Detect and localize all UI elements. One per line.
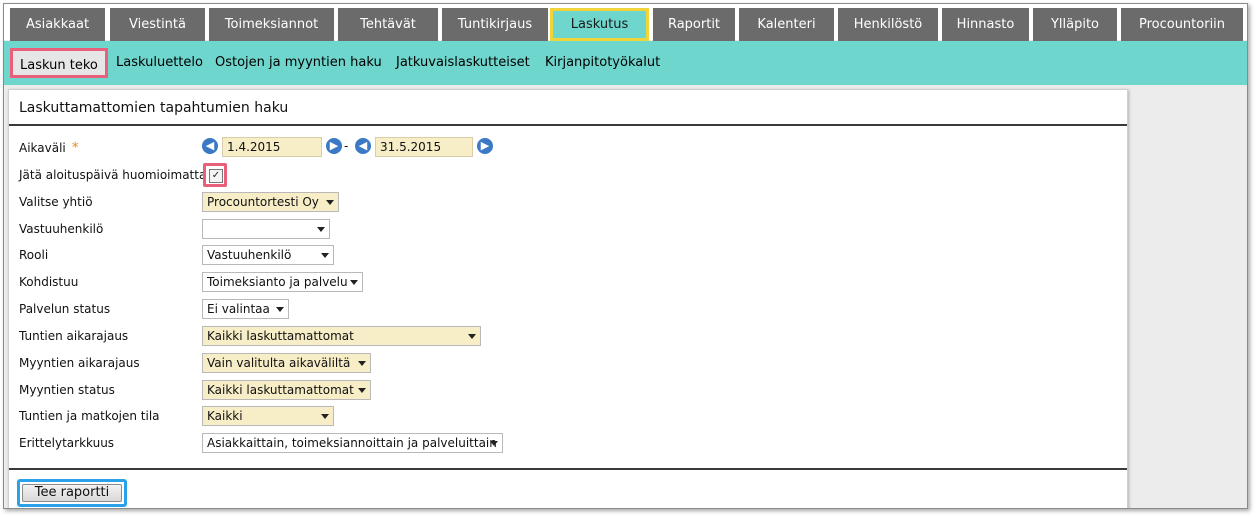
detail-level-select[interactable]: Asiakkaittain, toimeksiannoittain ja pal…: [202, 433, 503, 453]
date-to-input[interactable]: 31.5.2015: [375, 137, 473, 157]
tab-laskutus[interactable]: Laskutus: [550, 8, 649, 41]
row-ignore-start: Jätä aloituspäivä huomioimatta ✓: [19, 163, 1119, 187]
label-detail-level: Erittelytarkkuus: [19, 436, 115, 450]
required-star: *: [71, 140, 79, 156]
label-responsible: Vastuuhenkilö: [19, 222, 104, 236]
subnav-laskuluettelo[interactable]: Laskuluettelo: [116, 55, 203, 70]
row-role: Rooli Vastuuhenkilö: [19, 245, 1119, 265]
date-to-next-icon[interactable]: ▶: [477, 138, 493, 154]
date-separator: -: [344, 139, 349, 153]
chevron-down-icon: [490, 441, 498, 446]
row-sales-status: Myyntien status Kaikki laskuttamattomat: [19, 380, 1119, 400]
subnav-ostojen-ja-myyntien-haku[interactable]: Ostojen ja myyntien haku: [215, 55, 382, 70]
subnav-laskun-teko[interactable]: Laskun teko: [10, 48, 108, 78]
tab-hinnasto[interactable]: Hinnasto: [942, 8, 1029, 41]
chevron-down-icon: [317, 227, 325, 232]
row-aikavali: Aikaväli * ◀ 1.4.2015 ▶ - ◀ 31.5.2015 ▶: [19, 137, 1119, 157]
row-service-status: Palvelun status Ei valintaa: [19, 299, 1119, 319]
label-service-status: Palvelun status: [19, 302, 111, 316]
hours-travel-state-select[interactable]: Kaikki: [202, 406, 334, 426]
date-to-prev-icon[interactable]: ◀: [355, 138, 371, 154]
tab-tuntikirjaus[interactable]: Tuntikirjaus: [442, 8, 548, 41]
label-sales-range: Myyntien aikarajaus: [19, 356, 140, 370]
chevron-down-icon: [321, 414, 329, 419]
panel-title: Laskuttamattomien tapahtumien haku: [19, 100, 289, 116]
date-from-next-icon[interactable]: ▶: [326, 138, 342, 154]
tab-henkilosto[interactable]: Henkilöstö: [838, 8, 938, 41]
ignore-start-checkbox[interactable]: ✓: [209, 169, 223, 183]
tab-yllapito[interactable]: Ylläpito: [1033, 8, 1117, 41]
report-button-highlight: Tee raportti: [17, 479, 127, 507]
row-hours-travel-state: Tuntien ja matkojen tila Kaikki: [19, 406, 1119, 426]
chevron-down-icon: [468, 334, 476, 339]
sales-status-select[interactable]: Kaikki laskuttamattomat: [202, 380, 371, 400]
responsible-select[interactable]: [202, 219, 330, 239]
chevron-down-icon: [276, 307, 284, 312]
label-hours-range: Tuntien aikarajaus: [19, 329, 129, 343]
row-company: Valitse yhtiö Procountortesti Oy: [19, 192, 1119, 212]
subnav-jatkuvaislaskutteiset[interactable]: Jatkuvaislaskutteiset: [396, 55, 530, 70]
tab-tehtavat[interactable]: Tehtävät: [338, 8, 438, 41]
label-role: Rooli: [19, 248, 49, 262]
chevron-down-icon: [350, 280, 358, 285]
sub-nav: Laskun teko Laskuluettelo Ostojen ja myy…: [4, 41, 1247, 85]
subnav-kirjanpitotyokalut[interactable]: Kirjanpitotyökalut: [545, 55, 660, 70]
app-window: Asiakkaat Viestintä Toimeksiannot Tehtäv…: [3, 3, 1248, 509]
chevron-down-icon: [321, 253, 329, 258]
label-ignore-start: Jätä aloituspäivä huomioimatta: [19, 168, 207, 182]
tab-toimeksiannot[interactable]: Toimeksiannot: [209, 8, 334, 41]
chevron-down-icon: [326, 200, 334, 205]
service-status-select[interactable]: Ei valintaa: [202, 299, 289, 319]
tab-procountoriin[interactable]: Procountoriin: [1121, 8, 1243, 41]
make-report-button[interactable]: Tee raportti: [22, 484, 122, 502]
hours-range-select[interactable]: Kaikki laskuttamattomat: [202, 326, 481, 346]
divider-top: [9, 124, 1127, 126]
row-target: Kohdistuu Toimeksianto ja palvelu: [19, 272, 1119, 292]
row-sales-range: Myyntien aikarajaus Vain valitulta aikav…: [19, 353, 1119, 373]
search-panel: Laskuttamattomien tapahtumien haku Aikav…: [8, 89, 1128, 508]
tab-viestinta[interactable]: Viestintä: [110, 8, 205, 41]
label-target: Kohdistuu: [19, 275, 79, 289]
chevron-down-icon: [358, 361, 366, 366]
date-from-input[interactable]: 1.4.2015: [222, 137, 322, 157]
divider-bottom: [9, 468, 1127, 470]
label-company: Valitse yhtiö: [19, 195, 93, 209]
main-nav: Asiakkaat Viestintä Toimeksiannot Tehtäv…: [4, 4, 1247, 41]
role-select[interactable]: Vastuuhenkilö: [202, 245, 334, 265]
company-select[interactable]: Procountortesti Oy: [202, 192, 339, 212]
row-responsible: Vastuuhenkilö: [19, 219, 1119, 239]
tab-asiakkaat[interactable]: Asiakkaat: [10, 8, 105, 41]
chevron-down-icon: [358, 388, 366, 393]
row-hours-range: Tuntien aikarajaus Kaikki laskuttamattom…: [19, 326, 1119, 346]
label-sales-status: Myyntien status: [19, 383, 115, 397]
sales-range-select[interactable]: Vain valitulta aikaväliltä: [202, 353, 371, 373]
tab-kalenteri[interactable]: Kalenteri: [739, 8, 834, 41]
label-hours-travel-state: Tuntien ja matkojen tila: [19, 409, 160, 423]
target-select[interactable]: Toimeksianto ja palvelu: [202, 272, 363, 292]
tab-raportit[interactable]: Raportit: [653, 8, 735, 41]
date-from-prev-icon[interactable]: ◀: [202, 138, 218, 154]
label-aikavali: Aikaväli *: [19, 140, 79, 156]
ignore-start-checkbox-highlight: ✓: [203, 163, 227, 187]
row-detail-level: Erittelytarkkuus Asiakkaittain, toimeksi…: [19, 433, 1119, 453]
